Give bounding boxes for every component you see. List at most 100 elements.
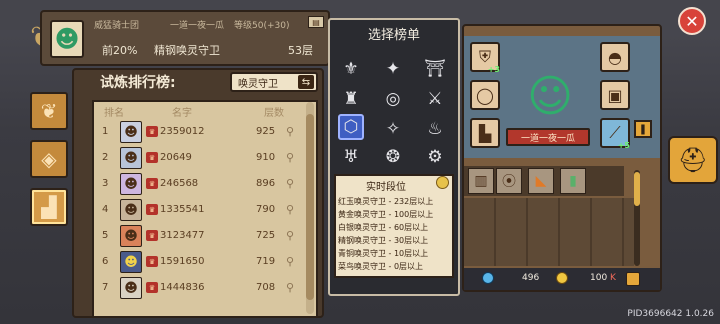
player-avatar-icon: ☻	[120, 199, 142, 221]
row-rank: 3	[102, 178, 109, 189]
leaderboard-title: 试炼排行榜:	[100, 75, 176, 91]
player-avatar-icon: ☻	[120, 251, 142, 273]
table-row[interactable]: 1 ☻ ♛ 2359012 925 ⚲	[96, 120, 306, 146]
coin-icon	[436, 176, 449, 189]
leaf-tab-button[interactable]: ❦	[30, 92, 68, 130]
carrot-icon: ◣	[535, 173, 547, 189]
guild-emblem-icon: ♛	[146, 230, 158, 241]
row-player-id: 1591650	[160, 256, 205, 267]
podium-tab-button[interactable]: ▟	[30, 188, 68, 226]
guild-emblem-icon: ♛	[146, 204, 158, 215]
emblem-guardian-icon[interactable]: ⬡	[338, 114, 364, 140]
diamond-tab-button[interactable]: ◈	[30, 140, 68, 178]
magnifier-icon[interactable]: ⚲	[286, 229, 294, 242]
emblem-vortex-icon[interactable]: ❂	[380, 144, 406, 170]
row-rank: 5	[102, 230, 109, 241]
emblem-swords-icon[interactable]: ⚔	[422, 86, 448, 112]
emblem-swirl-icon[interactable]: ◎	[380, 86, 406, 112]
emblem-spark-icon[interactable]: ✧	[380, 116, 406, 142]
ring-icon: ◯	[476, 85, 494, 105]
player-percent: 前20%	[102, 44, 138, 57]
realtime-tier-title: 实时段位	[366, 182, 406, 193]
table-row[interactable]: 4 ☻ ♛ 1335541 790 ⚲	[96, 198, 306, 224]
emblem-star-icon[interactable]: ✦	[380, 56, 406, 82]
player-avatar-icon: ☻	[120, 277, 142, 299]
row-floors: 725	[256, 230, 276, 241]
gem-icon	[482, 272, 494, 284]
enhance-level: +5	[617, 141, 630, 150]
inventory-grid[interactable]	[464, 198, 634, 266]
close-icon: ✕	[685, 11, 699, 31]
row-floors: 896	[256, 178, 276, 189]
helmet-icon: ⛑	[677, 146, 709, 174]
table-row[interactable]: 2 ☻ ♛ 20649 910 ⚲	[96, 146, 306, 172]
magnifier-icon[interactable]: ⚲	[286, 125, 294, 138]
bag-item-slot[interactable]: ▮	[560, 168, 586, 194]
scroll-icon: ▥	[474, 173, 488, 189]
close-button[interactable]: ✕	[678, 7, 706, 35]
armor-icon: ⛨	[478, 47, 491, 66]
magnifier-icon[interactable]: ⚲	[286, 281, 294, 294]
tier-line: 白银唤灵守卫 - 60层以上	[338, 223, 429, 232]
emblem-gear-icon[interactable]: ⚙	[422, 144, 448, 170]
row-rank: 2	[102, 152, 109, 163]
row-player-id: 3123477	[160, 230, 205, 241]
player-avatar-icon: ☻	[120, 173, 142, 195]
leaderboard-type-label: 唤灵守卫	[238, 78, 278, 90]
player-avatar-icon: ☻	[120, 147, 142, 169]
leaderboard-scroll-thumb[interactable]	[306, 114, 314, 300]
equip-slot-helmet[interactable]: ◓	[600, 42, 630, 72]
emblem-pillar-icon[interactable]: ⚜	[338, 56, 364, 82]
gem-count: 496	[522, 273, 540, 283]
select-list-title: 选择榜单	[367, 28, 420, 43]
magnifier-icon[interactable]: ⚲	[286, 203, 294, 216]
gold-icon	[556, 272, 568, 284]
equip-slot-ring[interactable]: ◯	[470, 80, 500, 110]
podium-icon: ▟	[41, 195, 57, 219]
magnifier-icon[interactable]: ⚲	[286, 255, 294, 268]
bag-item-slot[interactable]: ◣	[528, 168, 554, 194]
emblem-tower-icon[interactable]: ♜	[338, 86, 364, 112]
equip-slot-boots[interactable]: ▙	[470, 118, 500, 148]
diamond-icon: ◈	[41, 147, 57, 171]
helmet-menu-button[interactable]: ⛑	[668, 136, 718, 184]
table-row[interactable]: 6 ☻ ♛ 1591650 719 ⚲	[96, 250, 306, 276]
bag-icon[interactable]	[626, 272, 640, 286]
enhance-level: +3	[487, 65, 500, 74]
id-card-icon[interactable]: ▤	[308, 16, 324, 28]
table-row[interactable]: 3 ☻ ♛ 246568 896 ⚲	[96, 172, 306, 198]
panel-tab-handle[interactable]: ❚	[634, 120, 652, 138]
bag-item-slot[interactable]: ⦿	[496, 168, 522, 194]
table-row[interactable]: 5 ☻ ♛ 3123477 725 ⚲	[96, 224, 306, 250]
chest-icon: ▣	[607, 85, 623, 105]
row-floors: 719	[256, 256, 276, 267]
player-name: 一道一夜一瓜	[170, 21, 225, 31]
player-floor: 53层	[288, 44, 313, 57]
guild-emblem-icon: ♛	[146, 282, 158, 293]
table-row[interactable]: 7 ☻ ♛ 1444836 708 ⚲	[96, 276, 306, 302]
equip-slot-chest[interactable]: ▣	[600, 80, 630, 110]
inventory-scroll-thumb[interactable]	[634, 172, 640, 206]
bag-item-slot[interactable]: ▥	[468, 168, 494, 194]
leaderboard-type-select[interactable]: 唤灵守卫 ⇆	[230, 72, 318, 92]
row-rank: 4	[102, 204, 109, 215]
character-name-plate: 一道一夜一瓜	[506, 128, 590, 146]
row-rank: 1	[102, 126, 109, 137]
row-player-id: 2359012	[160, 126, 205, 137]
boots-icon: ▙	[478, 123, 492, 143]
column-header-name: 名字	[172, 108, 192, 119]
equip-slot-weapon[interactable]: ⟋ +5	[600, 118, 630, 150]
row-rank: 6	[102, 256, 109, 267]
player-mode: 精钢唤灵守卫	[154, 44, 220, 57]
magnifier-icon[interactable]: ⚲	[286, 151, 294, 164]
emblem-flame-icon[interactable]: ♨	[422, 116, 448, 142]
magnifier-icon[interactable]: ⚲	[286, 177, 294, 190]
row-floors: 925	[256, 126, 276, 137]
build-id: PID3696642 1.0.26	[627, 309, 714, 319]
emblem-gate-icon[interactable]: ⛩	[422, 56, 448, 82]
equip-slot-armor[interactable]: ⛨ +3	[470, 42, 500, 74]
helmet-icon: ◓	[608, 47, 622, 67]
swap-icon[interactable]: ⇆	[298, 75, 314, 89]
player-avatar: ☻	[50, 20, 84, 58]
emblem-wings-icon[interactable]: ♅	[338, 144, 364, 170]
